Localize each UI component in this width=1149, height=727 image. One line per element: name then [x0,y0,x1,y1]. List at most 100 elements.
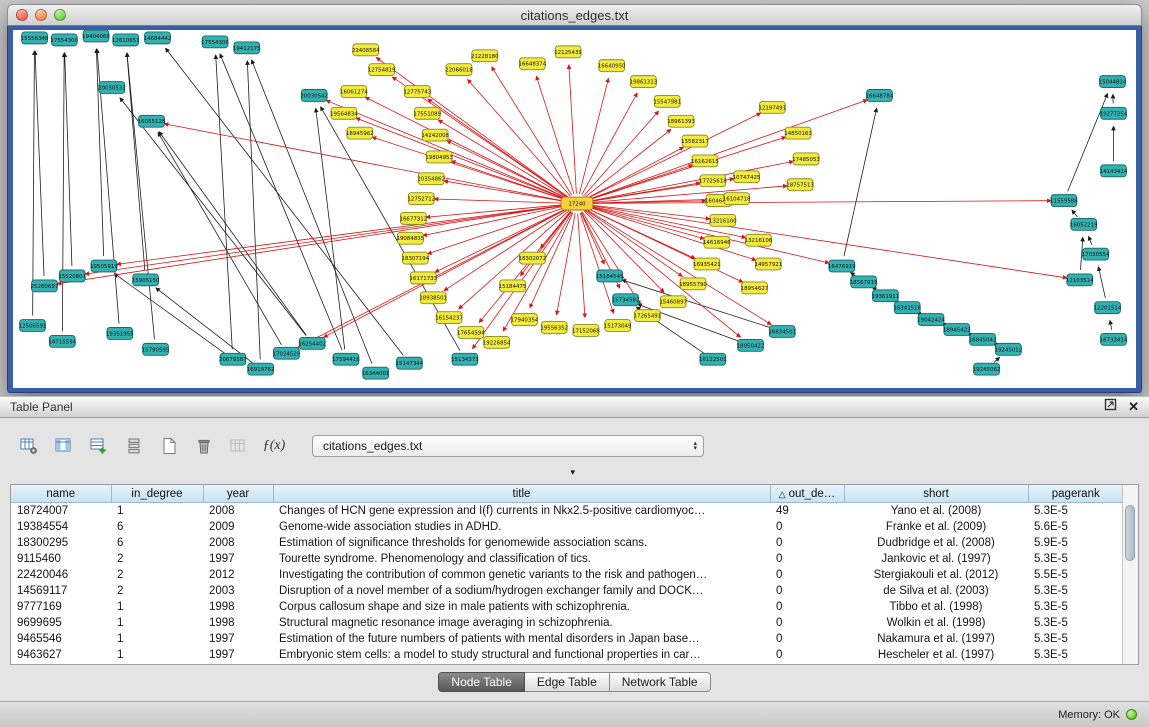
column-header-in-degree[interactable]: in_degree [111,485,203,503]
graph-node[interactable]: 15044814 [1099,76,1127,88]
graph-node[interactable]: 20679587 [219,353,247,365]
table-row[interactable]: 969969511998Structural magnetic resonanc… [11,615,1123,631]
graph-node[interactable]: 14242008 [421,129,449,141]
graph-node[interactable]: 19245062 [973,363,1001,375]
graph-node[interactable]: 17240 [561,197,593,210]
table-cell[interactable]: Embryonic stem cells: a model to study s… [273,647,770,663]
close-button[interactable] [16,9,28,21]
table-cell[interactable]: 18300295 [11,535,111,551]
graph-node[interactable]: 12201514 [1094,302,1122,314]
network-window-titlebar[interactable]: citations_edges.txt [7,4,1142,26]
column-visibility-icon[interactable] [53,435,75,457]
table-cell[interactable]: 1998 [203,599,273,615]
network-window[interactable]: citations_edges.txt 15556348175543001940… [7,4,1142,393]
graph-node[interactable]: 12197491 [758,101,786,113]
graph-node[interactable]: 19351955 [106,328,134,340]
table-cell[interactable]: Franke et al. (2009) [844,519,1028,535]
table-cell[interactable]: Structural magnetic resonance image aver… [273,615,770,631]
graph-node[interactable]: 16733414 [1100,333,1128,345]
table-cell[interactable]: 22420046 [11,567,111,583]
tab-node-table[interactable]: Node Table [438,672,525,692]
table-cell[interactable]: 1998 [203,615,273,631]
table-cell[interactable]: 0 [770,535,844,551]
import-table-icon[interactable] [228,435,250,457]
graph-node[interactable]: 19804953 [425,151,453,163]
graph-node[interactable]: 14616946 [703,236,731,248]
table-cell[interactable]: 5.3E-5 [1028,583,1123,599]
graph-node[interactable]: 20030531 [98,82,126,94]
graph-node[interactable]: 19404068 [82,30,110,42]
graph-node[interactable]: 17024529 [273,347,301,359]
graph-node[interactable]: 25260697 [31,280,59,292]
graph-node[interactable]: 12506591 [19,320,47,332]
table-cell[interactable]: 1997 [203,551,273,567]
delete-icon[interactable] [193,435,215,457]
graph-node[interactable]: 16648784 [866,90,894,102]
graph-node[interactable]: 17554300 [50,34,78,46]
graph-node[interactable]: 17594418 [332,353,360,365]
graph-node[interactable]: 13216100 [709,214,737,226]
table-cell[interactable]: Hescheler et al. (1997) [844,647,1028,663]
graph-node[interactable]: 20354862 [417,173,445,185]
table-source-combobox[interactable]: citations_edges.txt ▴▾ [312,435,704,457]
table-cell[interactable]: 1 [111,615,203,631]
graph-node[interactable]: 17551089 [413,107,441,119]
row-edit-icon[interactable] [88,435,110,457]
graph-node[interactable]: 17654594 [457,327,485,339]
graph-node[interactable]: 15520801 [58,270,86,282]
graph-node[interactable]: 19226854 [483,336,511,348]
table-cell[interactable]: 2008 [203,503,273,520]
table-cell[interactable]: 2009 [203,519,273,535]
table-row[interactable]: 2242004622012Investigating the contribut… [11,567,1123,583]
panel-collapse-handle[interactable]: ▾ [571,468,576,477]
table-row[interactable]: 1872400712008Changes of HCN gene express… [11,503,1123,520]
close-panel-icon[interactable]: ✕ [1128,399,1139,415]
table-cell[interactable]: 5.3E-5 [1028,551,1123,567]
graph-node[interactable]: 18567919 [850,276,878,288]
graph-node[interactable]: 17725618 [699,175,727,187]
graph-node[interactable]: 16344001 [362,367,390,379]
graph-node[interactable]: 19084835 [397,232,425,244]
graph-node[interactable]: 16919762 [247,363,275,375]
table-cell[interactable]: de Silva et al. (2003) [844,583,1028,599]
table-cell[interactable]: Estimation of significance thresholds fo… [273,535,770,551]
table-cell[interactable]: Estimation of the future numbers of pati… [273,631,770,647]
graph-node[interactable]: 16677312 [400,212,428,224]
graph-node[interactable]: 12754819 [368,64,396,76]
table-cell[interactable]: Tourette syndrome. Phenomenology and cla… [273,551,770,567]
graph-node[interactable]: 22408584 [352,44,380,56]
graph-node[interactable]: 17940354 [511,314,539,326]
graph-node[interactable]: 16935421 [693,258,721,270]
graph-node[interactable]: 12752712 [407,193,435,205]
table-cell[interactable]: 0 [770,567,844,583]
graph-node[interactable]: 16052219 [1070,218,1098,230]
list-icon[interactable] [123,435,145,457]
graph-node[interactable]: 16061274 [340,86,368,98]
table-cell[interactable]: 0 [770,551,844,567]
column-header-year[interactable]: year [203,485,273,503]
table-cell[interactable]: 1 [111,599,203,615]
graph-node[interactable]: 15147344 [396,357,424,369]
graph-node[interactable]: 16162615 [691,155,719,167]
graph-node[interactable]: 17554306 [201,36,229,48]
table-row[interactable]: 946362711997Embryonic stem cells: a mode… [11,647,1123,663]
table-cell[interactable]: 0 [770,599,844,615]
table-cell[interactable]: Nakamura et al. (1997) [844,631,1028,647]
graph-node[interactable]: 15582317 [681,135,709,147]
function-builder-icon[interactable]: ƒ(x) [263,435,285,457]
table-cell[interactable]: 9777169 [11,599,111,615]
graph-node[interactable]: 18945422 [943,324,971,336]
table-cell[interactable]: 5.3E-5 [1028,503,1123,520]
graph-node[interactable]: 17485053 [792,153,820,165]
graph-node[interactable]: 16055128 [138,115,166,127]
graph-node[interactable]: 16845042 [969,333,997,345]
graph-node[interactable]: 18945962 [346,127,374,139]
graph-node[interactable]: 16154237 [435,312,463,324]
graph-node[interactable]: 11559588 [1050,195,1078,207]
table-cell[interactable]: Disruption of a novel member of a sodium… [273,583,770,599]
table-cell[interactable]: 1997 [203,631,273,647]
graph-node[interactable]: 12610651 [112,34,140,46]
table-row[interactable]: 1938455462009Genome-wide association stu… [11,519,1123,535]
graph-node[interactable]: 12103514 [1066,274,1094,286]
table-cell[interactable]: 9463627 [11,647,111,663]
